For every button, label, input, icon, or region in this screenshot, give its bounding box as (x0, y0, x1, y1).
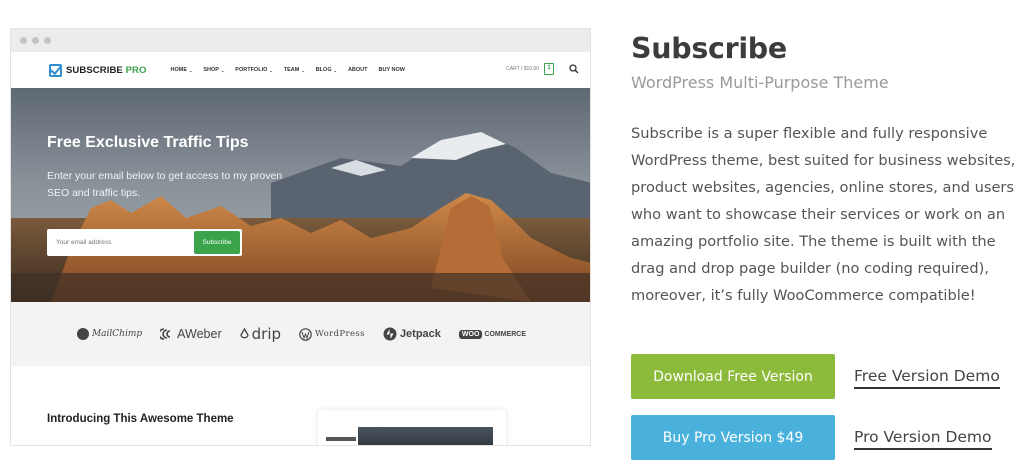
page-subtitle: WordPress Multi-Purpose Theme (631, 73, 889, 92)
cart-icon: 1 (544, 63, 554, 75)
nav-item-buy-now[interactable]: BUY NOW (379, 67, 405, 73)
partner-mailchimp: MailChimp (76, 328, 142, 340)
mailchimp-icon (76, 328, 89, 340)
browser-bar (11, 29, 590, 52)
page-title: Subscribe (631, 32, 787, 65)
partner-jetpack: Jetpack (383, 327, 441, 341)
email-field[interactable] (56, 239, 194, 246)
preview-thumbnail (326, 437, 356, 441)
download-free-button[interactable]: Download Free Version (631, 354, 835, 399)
logo-text-accent: PRO (125, 64, 147, 76)
chevron-down-icon: ⌄ (188, 67, 193, 73)
free-demo-link[interactable]: Free Version Demo (854, 367, 1000, 389)
nav-item-about[interactable]: ABOUT (348, 67, 368, 73)
site-header: SUBSCRIBE PRO HOME ⌄ SHOP ⌄ PORTFOLIO ⌄ TEA… (11, 52, 590, 88)
chevron-down-icon: ⌄ (301, 67, 305, 73)
drip-icon (239, 327, 249, 338)
site-logo[interactable]: SUBSCRIBE PRO (49, 63, 147, 77)
hero-section: Free Exclusive Traffic Tips Enter your e… (11, 88, 590, 302)
partner-aweber: AWeber (160, 327, 222, 341)
aweber-icon (160, 328, 171, 340)
nav-item-portfolio[interactable]: PORTFOLIO ⌄ (235, 67, 272, 73)
logo-text-main: SUBSCRIBE (66, 64, 126, 76)
hero-title: Free Exclusive Traffic Tips (47, 134, 249, 151)
woocommerce-icon: WOO (458, 329, 483, 339)
intro-preview-card (318, 410, 506, 445)
intro-heading: Introducing This Awesome Theme (47, 413, 234, 425)
subscribe-button[interactable]: Subscribe (194, 231, 240, 254)
product-description: Subscribe is a super flexible and fully … (631, 125, 1016, 304)
jetpack-icon (383, 327, 397, 341)
nav-item-home[interactable]: HOME ⌄ (170, 67, 192, 73)
cart-total: CART / $10.00 (506, 66, 539, 72)
partner-logos: MailChimp AWeber drip WordPress Jetpack … (11, 302, 590, 366)
window-dot (44, 37, 51, 44)
nav-item-shop[interactable]: SHOP ⌄ (203, 67, 224, 73)
chevron-down-icon: ⌄ (269, 67, 273, 73)
check-logo-icon (49, 63, 62, 77)
nav-item-team[interactable]: TEAM ⌄ (284, 67, 305, 73)
pro-demo-link[interactable]: Pro Version Demo (854, 428, 992, 450)
buy-pro-button[interactable]: Buy Pro Version $49 (631, 415, 835, 460)
wordpress-icon (299, 327, 312, 341)
hero-subscribe-form: Subscribe (47, 229, 242, 256)
preview-city-image (358, 427, 493, 445)
search-icon[interactable] (569, 64, 579, 74)
partner-woocommerce: WOO COMMERCE (458, 329, 526, 339)
site-nav-menu: HOME ⌄ SHOP ⌄ PORTFOLIO ⌄ TEAM ⌄ BLOG ⌄ ABOUT… (170, 67, 405, 73)
window-dot (32, 37, 39, 44)
hero-description: Enter your email below to get access to … (47, 170, 283, 199)
nav-item-blog[interactable]: BLOG ⌄ (316, 67, 337, 73)
cart[interactable]: CART / $10.00 1 (506, 63, 554, 75)
chevron-down-icon: ⌄ (333, 67, 337, 73)
window-dot (20, 37, 27, 44)
chevron-down-icon: ⌄ (220, 67, 225, 73)
partner-drip: drip (239, 325, 281, 343)
theme-preview: SUBSCRIBE PRO HOME ⌄ SHOP ⌄ PORTFOLIO ⌄ TEA… (10, 28, 591, 446)
partner-wordpress: WordPress (299, 327, 365, 341)
